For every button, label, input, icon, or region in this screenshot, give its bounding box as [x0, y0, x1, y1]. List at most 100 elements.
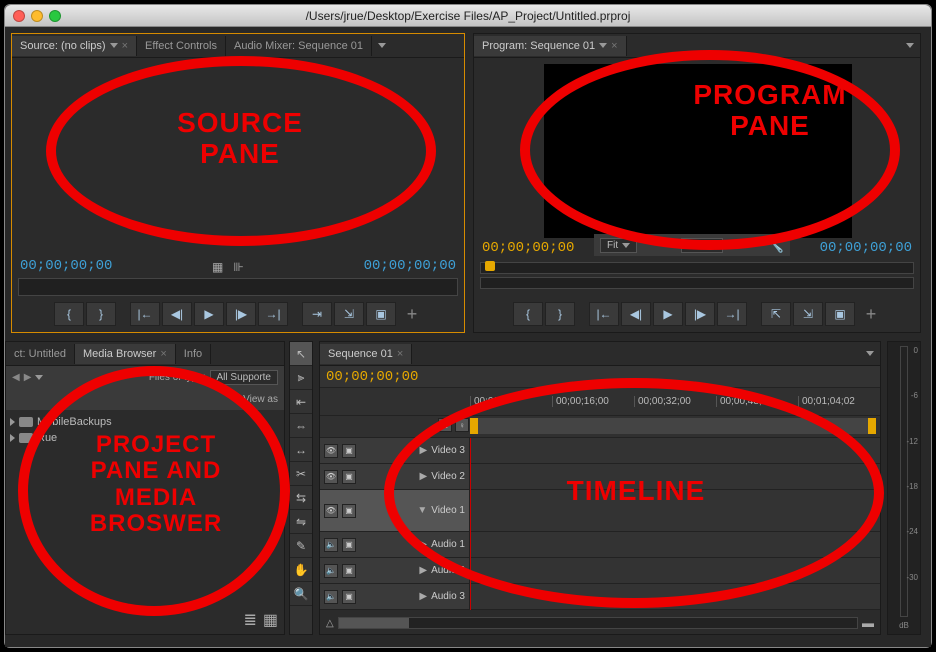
- video-track-2[interactable]: 👁▣▶Video 2: [320, 464, 880, 490]
- program-workarea-bar[interactable]: [480, 262, 914, 274]
- speaker-icon[interactable]: 🔈: [324, 564, 338, 578]
- lock-icon[interactable]: ▣: [342, 590, 356, 604]
- time-ruler[interactable]: 00;00 00;00;16;00 00;00;32;00 00;00;48;0…: [320, 388, 880, 416]
- eye-icon[interactable]: 👁: [324, 504, 338, 518]
- track-select-tool[interactable]: ⫸: [290, 366, 312, 390]
- step-back-button[interactable]: ◀|: [162, 302, 192, 326]
- lock-icon[interactable]: ▣: [342, 538, 356, 552]
- expand-icon[interactable]: [10, 418, 15, 426]
- files-of-type-select[interactable]: All Supporte: [210, 370, 278, 385]
- panel-menu-icon[interactable]: [906, 43, 914, 48]
- recent-menu-icon[interactable]: [35, 375, 43, 380]
- extract-button[interactable]: ⇲: [793, 302, 823, 326]
- export-frame-button[interactable]: ▣: [825, 302, 855, 326]
- tab-audio-mixer[interactable]: Audio Mixer: Sequence 01: [226, 36, 372, 56]
- dropdown-icon[interactable]: [110, 43, 118, 48]
- timeline-tc[interactable]: 00;00;00;00: [326, 369, 418, 385]
- source-scrub-bar[interactable]: [18, 278, 458, 296]
- tab-media-browser[interactable]: Media Browser ×: [75, 344, 176, 364]
- playhead-icon[interactable]: [485, 261, 495, 271]
- tab-effect-controls[interactable]: Effect Controls: [137, 36, 226, 56]
- audio-track-1[interactable]: 🔈▣▶Audio 1: [320, 532, 880, 558]
- thumb-view-icon[interactable]: ▦: [263, 610, 278, 630]
- insert-button[interactable]: ⇥: [302, 302, 332, 326]
- selection-tool[interactable]: ↖: [290, 342, 312, 366]
- tab-source[interactable]: Source: (no clips) ×: [12, 36, 137, 56]
- overwrite-button[interactable]: ⇲: [334, 302, 364, 326]
- hand-tool[interactable]: ✋: [290, 558, 312, 582]
- mark-in-button[interactable]: {: [513, 302, 543, 326]
- step-forward-button[interactable]: |▶: [226, 302, 256, 326]
- nav-fwd-icon[interactable]: ▶: [24, 372, 32, 383]
- rate-stretch-tool[interactable]: ↔: [290, 438, 312, 462]
- slide-tool[interactable]: ⇋: [290, 510, 312, 534]
- lock-icon[interactable]: ▣: [342, 564, 356, 578]
- lock-icon[interactable]: ▣: [342, 444, 356, 458]
- drive-item[interactable]: Rue: [10, 430, 280, 446]
- program-scrub-bar[interactable]: [480, 277, 914, 289]
- step-forward-button[interactable]: |▶: [685, 302, 715, 326]
- eye-icon[interactable]: 👁: [324, 444, 338, 458]
- add-button-icon[interactable]: +: [861, 304, 881, 324]
- tab-info[interactable]: Info: [176, 344, 211, 364]
- track-height-icon[interactable]: ▬: [862, 616, 874, 630]
- pen-tool[interactable]: ✎: [290, 534, 312, 558]
- snap-icon[interactable]: ⊏: [438, 418, 452, 432]
- export-frame-button[interactable]: ▣: [366, 302, 396, 326]
- tab-program[interactable]: Program: Sequence 01 ×: [474, 36, 627, 56]
- step-back-button[interactable]: ◀|: [621, 302, 651, 326]
- ripple-edit-tool[interactable]: ⇤: [290, 390, 312, 414]
- mark-out-button[interactable]: }: [86, 302, 116, 326]
- audio-track-2[interactable]: 🔈▣▶Audio 2: [320, 558, 880, 584]
- work-area-start-handle[interactable]: [470, 418, 478, 434]
- program-monitor[interactable]: [544, 64, 852, 238]
- drive-item[interactable]: MobileBackups: [10, 414, 280, 430]
- zoom-fit-select[interactable]: Fit: [600, 238, 637, 253]
- close-icon[interactable]: ×: [122, 40, 128, 52]
- audio-only-icon[interactable]: ⊪: [233, 260, 243, 274]
- video-track-1[interactable]: 👁▣▼Video 1: [320, 490, 880, 532]
- expand-icon[interactable]: [10, 434, 15, 442]
- close-icon[interactable]: ×: [397, 348, 403, 360]
- close-icon[interactable]: ×: [160, 348, 166, 360]
- work-area-end-handle[interactable]: [868, 418, 876, 434]
- quality-select[interactable]: Full: [681, 238, 723, 253]
- settings-icon[interactable]: 🔧: [767, 237, 784, 254]
- work-area-bar[interactable]: [470, 418, 876, 434]
- panel-menu-icon[interactable]: [378, 43, 386, 48]
- nav-back-icon[interactable]: ◀: [12, 372, 20, 383]
- go-to-out-button[interactable]: →|: [717, 302, 747, 326]
- eye-icon[interactable]: 👁: [324, 470, 338, 484]
- add-button-icon[interactable]: +: [402, 304, 422, 324]
- timeline-zoom-scrollbar[interactable]: [338, 617, 858, 629]
- tab-project[interactable]: ct: Untitled: [6, 344, 75, 364]
- dropdown-icon[interactable]: [599, 43, 607, 48]
- marker-icon[interactable]: ♀: [455, 418, 469, 432]
- mark-in-button[interactable]: {: [54, 302, 84, 326]
- lock-icon[interactable]: ▣: [342, 470, 356, 484]
- video-only-icon[interactable]: ▦: [212, 260, 223, 274]
- play-button[interactable]: ▶: [653, 302, 683, 326]
- lift-button[interactable]: ⇱: [761, 302, 791, 326]
- go-to-in-button[interactable]: |←: [589, 302, 619, 326]
- close-icon[interactable]: ×: [611, 40, 617, 52]
- scrollbar-thumb[interactable]: [339, 618, 409, 628]
- zoom-tool[interactable]: 🔍: [290, 582, 312, 606]
- mark-out-button[interactable]: }: [545, 302, 575, 326]
- slip-tool[interactable]: ⇆: [290, 486, 312, 510]
- speaker-icon[interactable]: 🔈: [324, 590, 338, 604]
- go-to-out-button[interactable]: →|: [258, 302, 288, 326]
- razor-tool[interactable]: ✂: [290, 462, 312, 486]
- program-tc-current[interactable]: 00;00;00;00: [482, 240, 574, 256]
- audio-track-3[interactable]: 🔈▣▶Audio 3: [320, 584, 880, 610]
- panel-menu-icon[interactable]: [866, 351, 874, 356]
- video-track-3[interactable]: 👁▣▶Video 3: [320, 438, 880, 464]
- play-button[interactable]: ▶: [194, 302, 224, 326]
- rolling-edit-tool[interactable]: ⇔: [290, 414, 312, 438]
- list-view-icon[interactable]: ≣: [243, 610, 256, 630]
- lock-icon[interactable]: ▣: [342, 504, 356, 518]
- tab-sequence[interactable]: Sequence 01 ×: [320, 344, 412, 364]
- zoom-out-icon[interactable]: △: [326, 618, 334, 629]
- speaker-icon[interactable]: 🔈: [324, 538, 338, 552]
- playhead[interactable]: [470, 438, 471, 610]
